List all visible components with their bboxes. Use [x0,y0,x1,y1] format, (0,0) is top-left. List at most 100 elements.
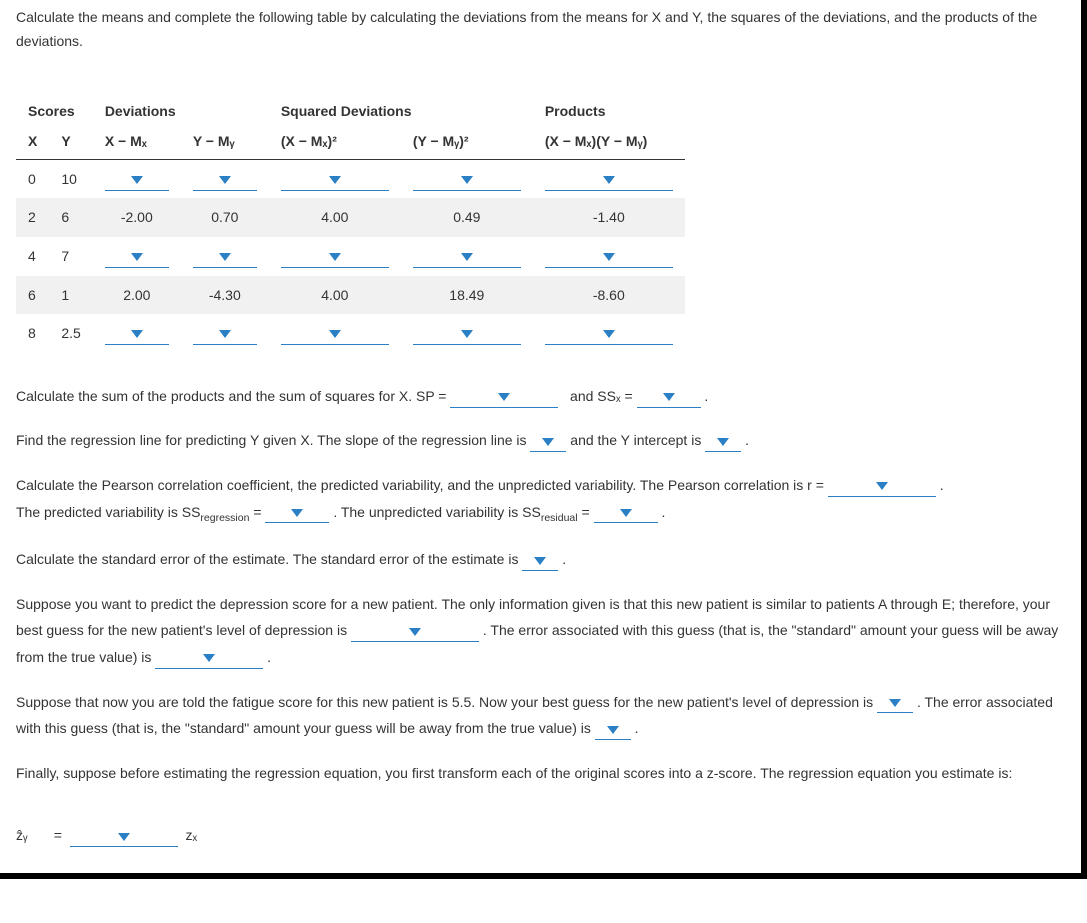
dropdown-se[interactable] [522,551,558,571]
table-row: 47 [16,237,685,276]
dropdown-bestguess[interactable] [351,622,479,642]
dropdown-cell[interactable] [281,171,389,191]
cell-xdev2: 4.00 [269,198,401,237]
dropdown-r[interactable] [828,477,936,497]
cell-ydev2: 18.49 [401,276,533,315]
dropdown-cell[interactable] [105,325,169,345]
dropdown-zslope[interactable] [70,827,178,847]
dropdown-slope[interactable] [530,432,566,452]
cell-prod: -8.60 [533,276,685,315]
dropdown-cell[interactable] [413,171,521,191]
th-sqdev: Squared Deviations [269,94,533,125]
caret-down-icon [603,330,615,338]
cell-prod [533,237,685,276]
q-sp-ss: Calculate the sum of the products and th… [16,383,1065,410]
text: . [661,504,665,520]
z-regression-equation: ẑᵧ = zₓ [16,822,1065,849]
caret-down-icon [534,557,546,565]
cell-xdev2 [269,159,401,198]
th-products: Products [533,94,685,125]
dropdown-ssres[interactable] [594,504,658,524]
text: . [635,720,639,736]
dropdown-cell[interactable] [105,248,169,268]
caret-down-icon [118,833,130,841]
dropdown-bestguess2[interactable] [877,694,913,714]
equals: = [54,827,62,843]
caret-down-icon [603,253,615,261]
text: . [940,477,944,493]
caret-down-icon [219,253,231,261]
table-row: 010 [16,159,685,198]
cell-ydev2 [401,314,533,353]
caret-down-icon [663,393,675,401]
text: Find the regression line for predicting … [16,432,527,448]
dropdown-cell[interactable] [105,171,169,191]
dropdown-cell[interactable] [413,325,521,345]
table-row: 82.5 [16,314,685,353]
caret-down-icon [620,509,632,517]
text: . The unpredicted variability is SS [333,504,541,520]
caret-down-icon [203,654,215,662]
cell-prod [533,314,685,353]
caret-down-icon [131,176,143,184]
caret-down-icon [461,330,473,338]
th-scores: Scores [16,94,93,125]
cell-prod [533,159,685,198]
dropdown-error1[interactable] [155,649,263,669]
caret-down-icon [498,393,510,401]
zx-label: zₓ [186,827,198,843]
caret-down-icon [291,509,303,517]
dropdown-cell[interactable] [193,248,257,268]
text: . [562,551,566,567]
text: Suppose that now you are told the fatigu… [16,694,873,710]
cell-ydev: 0.70 [181,198,269,237]
caret-down-icon [409,628,421,636]
cell-xdev2 [269,237,401,276]
cell-y: 7 [49,237,92,276]
dropdown-sp[interactable] [450,388,558,408]
th-x: X [16,124,49,159]
dropdown-ssreg[interactable] [265,504,329,524]
cell-xdev [93,314,181,353]
cell-xdev: -2.00 [93,198,181,237]
dropdown-cell[interactable] [545,325,673,345]
cell-ydev [181,237,269,276]
text: and the Y intercept is [570,432,701,448]
dropdown-cell[interactable] [413,248,521,268]
caret-down-icon [461,253,473,261]
dropdown-cell[interactable] [545,171,673,191]
cell-xdev: 2.00 [93,276,181,315]
table-row: 612.00-4.304.0018.49-8.60 [16,276,685,315]
cell-xdev [93,159,181,198]
dropdown-cell[interactable] [193,325,257,345]
th-ydev: Y − Mᵧ [181,124,269,159]
caret-down-icon [219,176,231,184]
dropdown-cell[interactable] [545,248,673,268]
cell-x: 2 [16,198,49,237]
th-xdev2: (X − Mₓ)² [269,124,401,159]
caret-down-icon [131,330,143,338]
caret-down-icon [329,330,341,338]
caret-down-icon [219,330,231,338]
text: Calculate the Pearson correlation coeffi… [16,477,824,493]
cell-y: 10 [49,159,92,198]
cell-ydev: -4.30 [181,276,269,315]
dropdown-intercept[interactable] [705,432,741,452]
cell-ydev [181,314,269,353]
question-page: Calculate the means and complete the fol… [0,0,1087,879]
dropdown-cell[interactable] [193,171,257,191]
dropdown-cell[interactable] [281,325,389,345]
th-deviations: Deviations [93,94,269,125]
dropdown-error2[interactable] [595,720,631,740]
cell-xdev [93,237,181,276]
caret-down-icon [329,253,341,261]
text: . [267,649,271,665]
dropdown-ssx[interactable] [637,388,701,408]
caret-down-icon [717,438,729,446]
caret-down-icon [542,438,554,446]
sub: residual [541,511,578,523]
th-prod: (X − Mₓ)(Y − Mᵧ) [533,124,685,159]
cell-ydev [181,159,269,198]
cell-xdev2 [269,314,401,353]
dropdown-cell[interactable] [281,248,389,268]
